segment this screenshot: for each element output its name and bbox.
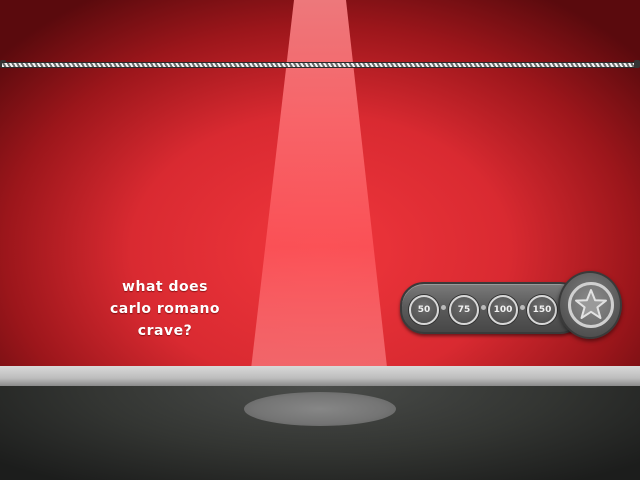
star-bonus-button[interactable] bbox=[558, 271, 622, 339]
chip-separator bbox=[441, 305, 446, 310]
question-line-1: what does bbox=[122, 279, 208, 295]
rope-anchor-right bbox=[634, 60, 640, 68]
stage-edge bbox=[0, 366, 640, 386]
points-chip-100[interactable]: 100 bbox=[488, 295, 518, 325]
floor-spotlight-circle bbox=[244, 392, 396, 426]
game-stage: what does carlo romano crave? 50 75 100 … bbox=[0, 0, 640, 480]
question-line-3: crave? bbox=[137, 323, 193, 339]
points-bar: 50 75 100 150 bbox=[400, 282, 584, 334]
chip-separator bbox=[481, 305, 486, 310]
tightrope bbox=[2, 62, 638, 68]
question-text: what does carlo romano crave? bbox=[90, 276, 240, 342]
star-icon bbox=[575, 289, 607, 319]
question-line-2: carlo romano bbox=[109, 301, 221, 317]
points-chip-50[interactable]: 50 bbox=[409, 295, 439, 325]
chip-separator bbox=[520, 305, 525, 310]
star-badge-ring bbox=[568, 282, 614, 328]
points-chip-75[interactable]: 75 bbox=[449, 295, 479, 325]
points-chip-150[interactable]: 150 bbox=[527, 295, 557, 325]
